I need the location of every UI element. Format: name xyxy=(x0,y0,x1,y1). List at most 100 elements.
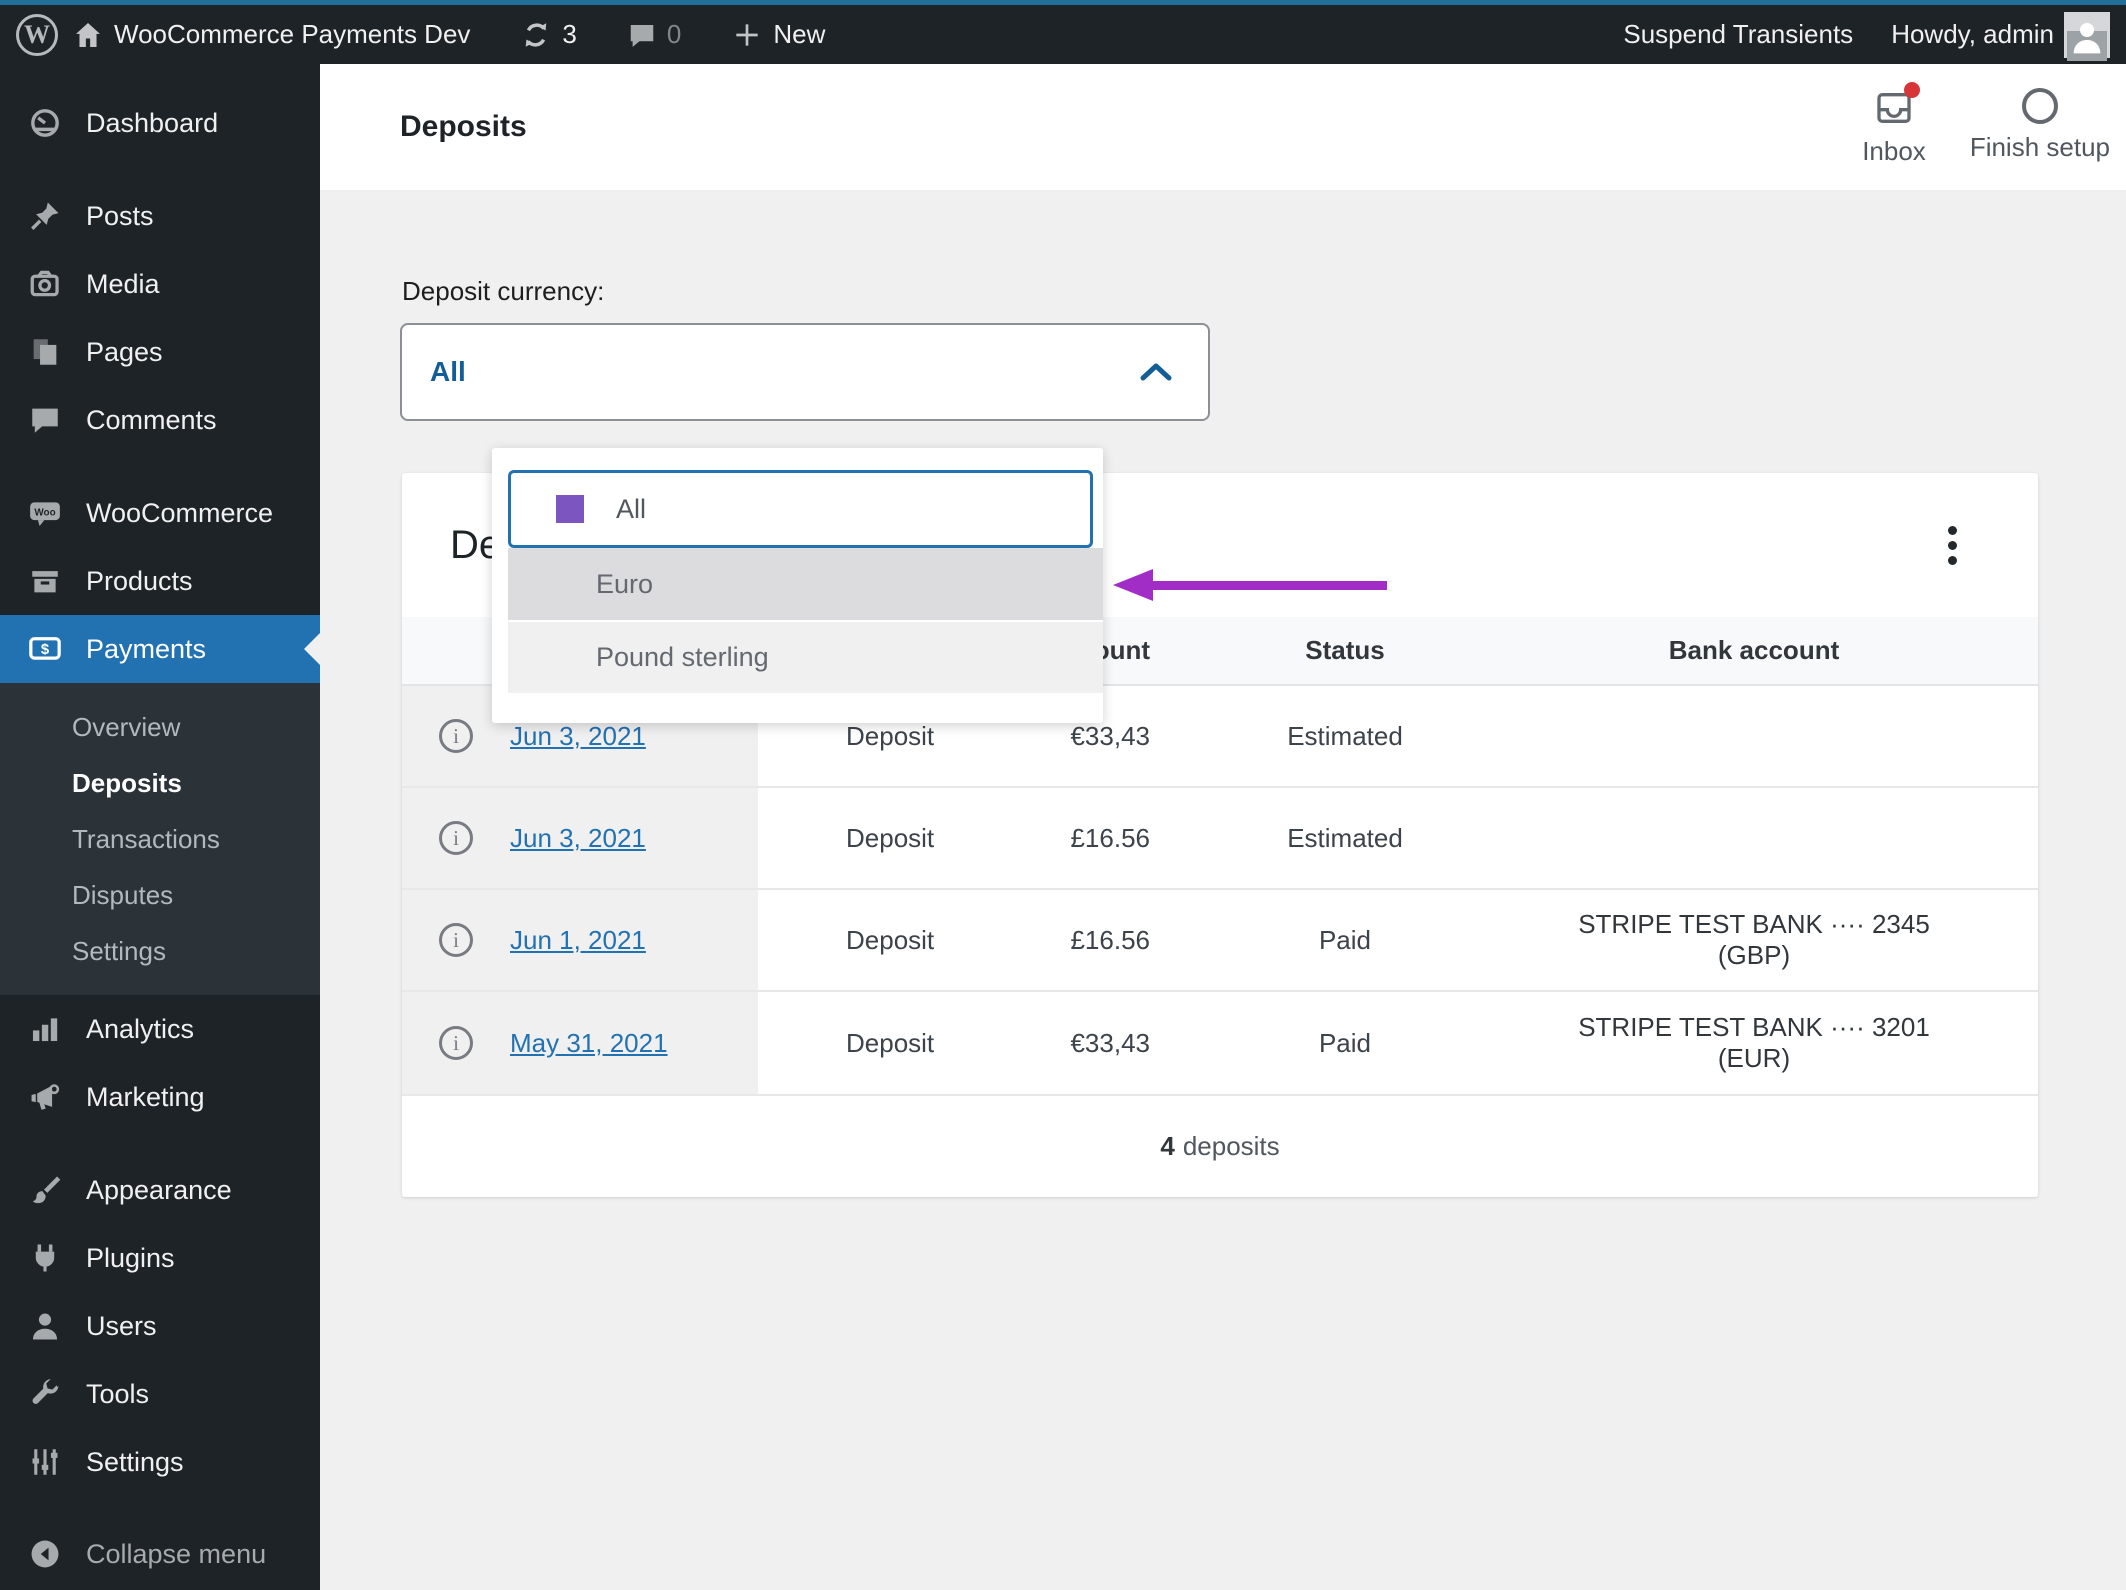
finish-setup-button[interactable]: Finish setup xyxy=(1970,87,2110,163)
sidebar-item-woocommerce[interactable]: Woo WooCommerce xyxy=(0,479,320,547)
collapse-arrow-icon xyxy=(28,1537,62,1571)
sidebar-item-label: Payments xyxy=(86,633,207,664)
home-icon xyxy=(72,19,104,51)
sidebar-item-settings[interactable]: Settings xyxy=(0,1428,320,1496)
sidebar: Dashboard Posts Media Pages Comments Woo… xyxy=(0,64,320,1590)
deposit-date-link[interactable]: Jun 3, 2021 xyxy=(510,721,646,752)
submenu-item-overview[interactable]: Overview xyxy=(0,699,320,755)
sidebar-item-marketing[interactable]: Marketing xyxy=(0,1063,320,1131)
sidebar-item-comments[interactable]: Comments xyxy=(0,386,320,454)
table-row: i Jun 3, 2021 Deposit £16.56 Estimated xyxy=(402,788,2038,890)
sidebar-item-products[interactable]: Products xyxy=(0,547,320,615)
currency-option-euro[interactable]: Euro xyxy=(508,548,1103,620)
sidebar-item-plugins[interactable]: Plugins xyxy=(0,1224,320,1292)
deposit-type: Deposit xyxy=(846,822,935,853)
deposit-amount: €33,43 xyxy=(1070,1027,1150,1058)
collapse-menu-button[interactable]: Collapse menu xyxy=(0,1520,320,1588)
sidebar-item-label: WooCommerce xyxy=(86,497,274,528)
deposit-date-link[interactable]: May 31, 2021 xyxy=(510,1028,668,1059)
info-icon[interactable]: i xyxy=(439,719,473,753)
kebab-menu-icon[interactable] xyxy=(1928,515,1976,575)
comments-link[interactable]: 0 xyxy=(627,19,681,50)
deposit-type: Deposit xyxy=(846,924,935,955)
sidebar-item-label: Pages xyxy=(86,336,163,367)
wrench-icon xyxy=(28,1377,62,1411)
submenu-item-disputes[interactable]: Disputes xyxy=(0,867,320,923)
deposit-date-link[interactable]: Jun 3, 2021 xyxy=(510,823,646,854)
col-header-bank[interactable]: Bank account xyxy=(1540,635,2038,666)
sidebar-item-pages[interactable]: Pages xyxy=(0,318,320,386)
sidebar-item-tools[interactable]: Tools xyxy=(0,1360,320,1428)
submenu-item-settings[interactable]: Settings xyxy=(0,923,320,979)
table-footer: 4 deposits xyxy=(402,1094,2038,1196)
currency-option-all[interactable]: All xyxy=(508,470,1093,548)
table-row: i May 31, 2021 Deposit €33,43 Paid STRIP… xyxy=(402,992,2038,1094)
page-title: Deposits xyxy=(400,110,527,143)
deposit-status: Estimated xyxy=(1287,822,1403,853)
suspend-transients-link[interactable]: Suspend Transients xyxy=(1623,19,1853,50)
sidebar-item-appearance[interactable]: Appearance xyxy=(0,1156,320,1224)
deposit-status: Paid xyxy=(1318,924,1372,955)
deposit-type: Deposit xyxy=(846,720,935,751)
analytics-bars-icon xyxy=(28,1012,62,1046)
currency-option-pound-sterling[interactable]: Pound sterling xyxy=(508,622,1103,693)
deposit-count-label: deposits xyxy=(1182,1130,1280,1161)
info-icon[interactable]: i xyxy=(439,923,473,957)
new-content-link[interactable]: New xyxy=(731,19,825,51)
inbox-icon xyxy=(1874,92,1914,134)
sidebar-item-label: Users xyxy=(86,1310,157,1341)
info-icon[interactable]: i xyxy=(439,1026,473,1060)
sidebar-item-label: Comments xyxy=(86,404,217,435)
option-label: Pound sterling xyxy=(596,642,769,672)
currency-dropdown-panel: All Euro Pound sterling xyxy=(492,448,1103,723)
avatar xyxy=(2064,11,2110,61)
deposit-amount: £16.56 xyxy=(1070,924,1150,955)
sidebar-item-analytics[interactable]: Analytics xyxy=(0,995,320,1063)
deposit-count: 4 xyxy=(1160,1130,1175,1161)
inbox-label: Inbox xyxy=(1862,135,1926,166)
selected-currency-value: All xyxy=(430,356,466,387)
sidebar-item-label: Tools xyxy=(86,1378,150,1409)
sidebar-item-posts[interactable]: Posts xyxy=(0,182,320,250)
account-menu[interactable]: Howdy, admin xyxy=(1891,11,2110,61)
submenu-item-transactions[interactable]: Transactions xyxy=(0,811,320,867)
sidebar-item-media[interactable]: Media xyxy=(0,250,320,318)
sidebar-item-label: Appearance xyxy=(86,1174,232,1205)
comments-icon xyxy=(627,20,657,50)
selected-option-square-icon xyxy=(556,495,584,523)
col-header-status[interactable]: Status xyxy=(1150,635,1540,666)
sidebar-item-label: Settings xyxy=(86,1446,184,1477)
deposit-type: Deposit xyxy=(846,1027,935,1058)
sidebar-item-dashboard[interactable]: Dashboard xyxy=(0,89,320,157)
pages-icon xyxy=(28,335,62,369)
submenu-item-deposits[interactable]: Deposits xyxy=(0,755,320,811)
svg-text:$: $ xyxy=(41,642,50,658)
sidebar-item-payments[interactable]: $ Payments xyxy=(0,615,320,683)
inbox-button[interactable]: Inbox xyxy=(1862,81,1926,167)
deposit-status: Paid xyxy=(1318,1027,1372,1058)
deposit-status: Estimated xyxy=(1287,720,1403,751)
woocommerce-icon: Woo xyxy=(28,496,62,530)
main-content: Deposits Inbox Finish setup Deposit curr… xyxy=(320,64,2126,1590)
admin-bar: W WooCommerce Payments Dev 3 0 New Suspe… xyxy=(0,0,2126,64)
sidebar-item-label: Dashboard xyxy=(86,107,219,138)
sidebar-item-label: Posts xyxy=(86,200,154,231)
deposit-date-link[interactable]: Jun 1, 2021 xyxy=(510,925,646,956)
deposit-currency-select[interactable]: All xyxy=(400,323,1210,421)
sidebar-item-users[interactable]: Users xyxy=(0,1292,320,1360)
paintbrush-icon xyxy=(28,1173,62,1207)
plus-icon xyxy=(731,19,763,51)
updates-link[interactable]: 3 xyxy=(520,19,577,51)
table-row: i Jun 1, 2021 Deposit £16.56 Paid STRIPE… xyxy=(402,890,2038,992)
howdy-label: Howdy, admin xyxy=(1891,19,2054,49)
info-icon[interactable]: i xyxy=(439,821,473,855)
deposit-bank-account: STRIPE TEST BANK ···· 2345 (GBP) xyxy=(1578,909,1930,970)
sidebar-item-label: Analytics xyxy=(86,1013,195,1044)
annotation-arrow-icon xyxy=(1113,569,1393,601)
comments-bubble-icon xyxy=(28,403,62,437)
payments-card-icon: $ xyxy=(28,632,62,666)
user-icon xyxy=(28,1309,62,1343)
site-name-link[interactable]: WooCommerce Payments Dev xyxy=(72,19,470,51)
wordpress-logo-icon[interactable]: W xyxy=(16,13,58,56)
chevron-up-icon xyxy=(1140,363,1172,381)
